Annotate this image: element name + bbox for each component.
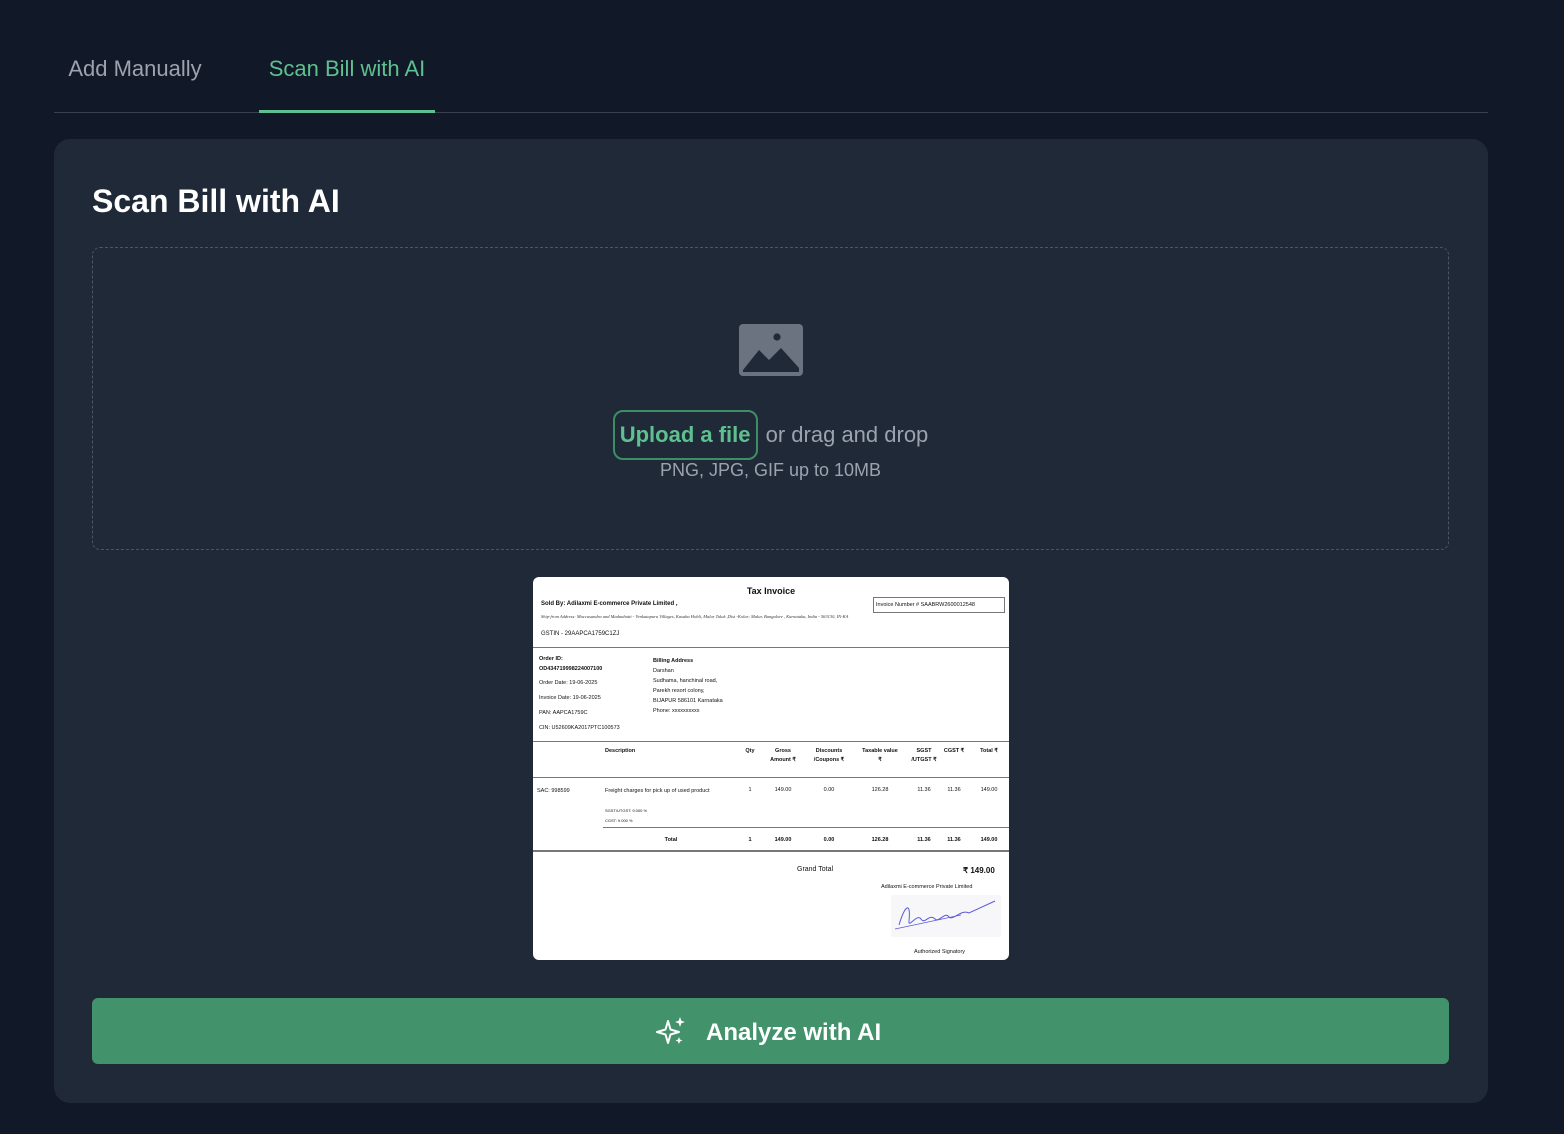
col-taxable: Taxable value ₹ [862,748,898,763]
col-qty: Qty [745,748,755,754]
analyze-with-ai-button[interactable]: Analyze with AI [92,998,1449,1064]
invoice-billing-address: Darshan Sudhama, hanchinal road, Parekh … [653,668,723,714]
row-sgst: 11.36 [917,787,931,793]
row-cgst-rate: CGST: 9.000 % [605,818,633,823]
row-taxable: 126.28 [871,787,889,793]
row-sac: SAC: 998599 [537,788,570,794]
upload-file-link[interactable]: Upload a file [612,410,758,460]
invoice-invoice-date: Invoice Date: 19-06-2025 [539,695,601,701]
invoice-cin: CIN: U52609KA2017PTC100573 [539,725,620,731]
invoice-divider [533,777,1009,778]
upload-row: Upload a file or drag and drop [93,410,1448,460]
col-sgst: SGST /UTGST ₹ [911,748,937,763]
row-total: 149.00 [980,787,998,793]
invoice-gstin: GSTIN - 29AAPCA1759C1ZJ [541,631,620,637]
invoice-divider [533,741,1009,742]
tab-bar: Add Manually Scan Bill with AI [54,0,1488,113]
sparkles-icon [656,1017,685,1044]
tab-add-manually[interactable]: Add Manually [54,0,216,113]
totals-cgst: 11.36 [947,837,961,843]
invoice-ship-from: Ship-from Address: Maccasandra and Madna… [541,614,849,619]
tab-scan-bill[interactable]: Scan Bill with AI [259,0,435,113]
row-gross: 149.00 [774,787,792,793]
invoice-order-id-label: Order ID: [539,656,563,662]
authorized-signatory: Authorized Signatory [914,949,966,955]
row-qty: 1 [748,787,752,793]
card-title: Scan Bill with AI [92,183,340,219]
bill-preview: Tax Invoice Sold By: Adilaxmi E-commerce… [533,577,1009,960]
col-total: Total ₹ [980,748,998,754]
totals-taxable: 126.28 [871,837,889,843]
invoice-divider [533,647,1009,648]
invoice-number: Invoice Number # SAABRW2600012548 [873,597,1005,613]
row-discounts: 0.00 [823,787,835,793]
invoice-title: Tax Invoice [746,586,796,596]
file-dropzone[interactable]: Upload a file or drag and drop PNG, JPG,… [92,247,1449,550]
invoice-billing-label: Billing Address [653,658,694,664]
col-gross: Gross Amount ₹ [770,748,796,763]
upload-hint: PNG, JPG, GIF up to 10MB [659,460,882,480]
col-description: Description [605,748,636,754]
invoice-divider [533,850,1009,852]
totals-sgst: 11.36 [917,837,931,843]
grand-total-value: ₹ 149.00 [963,866,995,875]
invoice-company: Adilaxmi E-commerce Private Limited [881,884,973,890]
analyze-button-label: Analyze with AI [706,1019,882,1046]
drag-drop-text: or drag and drop [765,422,929,447]
row-sgst-rate: SGST/UTGST: 9.000 % [605,808,648,813]
signature-image [891,895,1001,937]
totals-discounts: 0.00 [823,837,835,843]
invoice-sold-by: Sold By: Adilaxmi E-commerce Private Lim… [541,601,678,607]
invoice-order-date: Order Date: 19-06-2025 [539,680,598,686]
totals-qty: 1 [748,837,752,843]
row-cgst: 11.36 [947,787,961,793]
grand-total-label: Grand Total [797,866,834,873]
invoice-divider [603,827,1009,828]
row-description: Freight charges for pick up of used prod… [605,788,710,794]
scan-card: Scan Bill with AI Upload a file or drag … [54,139,1488,1103]
totals-gross: 149.00 [774,837,792,843]
image-icon [739,324,803,376]
col-discounts: Discounts /Coupons ₹ [813,748,845,763]
invoice-order-id: OD434719998224007100 [539,666,603,672]
invoice-pan: PAN: AAPCA1759C [539,710,588,716]
totals-total: 149.00 [980,837,998,843]
totals-label: Total [664,837,678,843]
col-cgst: CGST ₹ [943,748,965,754]
signature-mark [894,900,996,930]
